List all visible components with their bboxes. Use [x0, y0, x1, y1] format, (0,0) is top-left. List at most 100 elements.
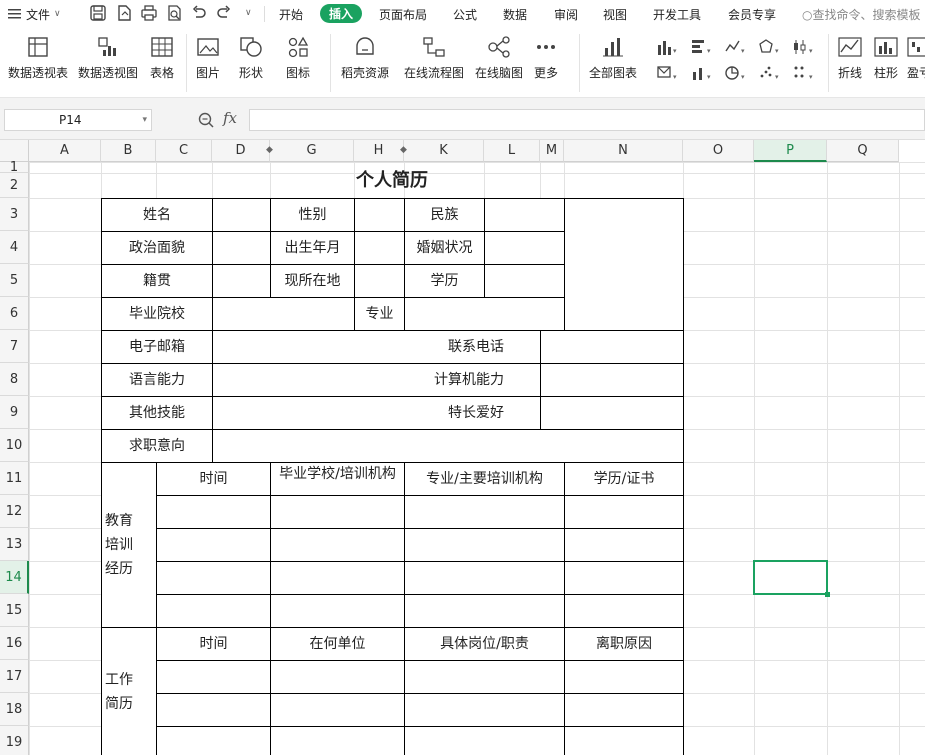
- fill-handle[interactable]: [825, 592, 830, 597]
- row-header-11[interactable]: 11: [0, 462, 29, 495]
- bubble-chart-icon[interactable]: ▾: [792, 64, 814, 82]
- work-entry-position-duties[interactable]: [404, 726, 565, 755]
- sparkline-line-button[interactable]: 折线: [837, 34, 863, 81]
- label-political-status[interactable]: 政治面貌: [101, 231, 213, 265]
- edu-header-time[interactable]: 时间: [156, 462, 271, 496]
- column-header-k[interactable]: K: [404, 140, 484, 162]
- value-current-location[interactable]: [354, 264, 405, 298]
- edu-entry-school-institution[interactable]: [270, 495, 405, 529]
- value-gender[interactable]: [354, 198, 405, 232]
- edu-entry-time[interactable]: [156, 561, 271, 595]
- column-header-b[interactable]: B: [101, 140, 156, 162]
- label-graduated-school[interactable]: 毕业院校: [101, 297, 213, 331]
- tab-view[interactable]: 视图: [603, 6, 627, 23]
- row-header-3[interactable]: 3: [0, 198, 29, 231]
- row-header-13[interactable]: 13: [0, 528, 29, 561]
- value-language-with-computer[interactable]: 计算机能力: [212, 363, 541, 397]
- edu-entry-degree-certificate[interactable]: [564, 594, 684, 628]
- row-header-1[interactable]: 1: [0, 160, 29, 175]
- work-entry-position-duties[interactable]: [404, 693, 565, 727]
- work-entry-leaving-reason[interactable]: [564, 660, 684, 694]
- value-other-skills-with-hobbies[interactable]: 特长爱好: [212, 396, 541, 430]
- command-search[interactable]: ○查找命令、搜索模板: [802, 6, 921, 23]
- column-header-g[interactable]: G: [270, 140, 354, 162]
- edu-entry-time[interactable]: [156, 594, 271, 628]
- row-header-4[interactable]: 4: [0, 231, 29, 264]
- all-charts-button[interactable]: 全部图表: [589, 34, 637, 81]
- selected-cell-p14[interactable]: [753, 560, 830, 597]
- zoom-icon[interactable]: [197, 111, 215, 129]
- column-header-m[interactable]: M: [540, 140, 564, 162]
- tab-member[interactable]: 会员专享: [728, 6, 776, 23]
- column-header-l[interactable]: L: [484, 140, 540, 162]
- pivot-chart-button[interactable]: 数据透视图: [78, 34, 138, 81]
- label-other-skills[interactable]: 其他技能: [101, 396, 213, 430]
- value-marital-status[interactable]: [484, 231, 565, 265]
- row-header-7[interactable]: 7: [0, 330, 29, 363]
- column-header-n[interactable]: N: [564, 140, 683, 162]
- row-header-9[interactable]: 9: [0, 396, 29, 429]
- edu-header-major-institution[interactable]: 专业/主要培训机构: [404, 462, 565, 496]
- sparkline-winloss-button[interactable]: 盈亏: [906, 34, 925, 81]
- photo-cell[interactable]: [564, 198, 684, 331]
- online-mindmap-button[interactable]: 在线脑图: [475, 34, 523, 81]
- picture-button[interactable]: 图片: [195, 34, 221, 81]
- row-header-8[interactable]: 8: [0, 363, 29, 396]
- pie-chart-icon[interactable]: ▾: [724, 64, 746, 82]
- work-entry-time[interactable]: [156, 726, 271, 755]
- edu-entry-degree-certificate[interactable]: [564, 495, 684, 529]
- column-chart-icon[interactable]: ▾: [656, 38, 678, 56]
- value-name[interactable]: [212, 198, 271, 232]
- column-header-o[interactable]: O: [683, 140, 754, 162]
- value-computer[interactable]: [540, 363, 684, 397]
- online-flowchart-button[interactable]: 在线流程图: [404, 34, 464, 81]
- work-entry-employer[interactable]: [270, 726, 405, 755]
- envelope-chart-icon[interactable]: ▾: [656, 64, 678, 82]
- redo-icon[interactable]: [215, 4, 233, 22]
- label-gender[interactable]: 性别: [270, 198, 355, 232]
- row-header-6[interactable]: 6: [0, 297, 29, 330]
- scatter-chart-icon[interactable]: ▾: [758, 64, 780, 82]
- work-header-employer[interactable]: 在何单位: [270, 627, 405, 661]
- work-entry-employer[interactable]: [270, 660, 405, 694]
- docer-resources-button[interactable]: 稻壳资源: [341, 34, 389, 81]
- label-education[interactable]: 学历: [404, 264, 485, 298]
- bar-horizontal-chart-icon[interactable]: ▾: [690, 38, 712, 56]
- row-header-2[interactable]: 2: [0, 173, 29, 198]
- value-job-intention[interactable]: [212, 429, 684, 463]
- work-entry-employer[interactable]: [270, 693, 405, 727]
- label-language[interactable]: 语言能力: [101, 363, 213, 397]
- shapes-button[interactable]: 形状: [238, 34, 264, 81]
- value-political-status[interactable]: [212, 231, 271, 265]
- hidden-columns-icon[interactable]: ◆: [266, 145, 273, 155]
- column-header-p[interactable]: P: [754, 140, 827, 162]
- export-pdf-icon[interactable]: [115, 4, 133, 22]
- row-header-18[interactable]: 18: [0, 693, 29, 726]
- label-email[interactable]: 电子邮箱: [101, 330, 213, 364]
- work-entry-leaving-reason[interactable]: [564, 693, 684, 727]
- tab-page-layout[interactable]: 页面布局: [379, 6, 427, 23]
- value-hobbies[interactable]: [540, 396, 684, 430]
- edu-entry-major-institution[interactable]: [404, 528, 565, 562]
- edu-entry-school-institution[interactable]: [270, 528, 405, 562]
- line-chart-small-icon[interactable]: ▾: [724, 38, 746, 56]
- edu-header-school-institution[interactable]: 毕业学校/培训机构: [270, 462, 405, 496]
- label-native-place[interactable]: 籍贯: [101, 264, 213, 298]
- tab-insert[interactable]: 插入: [320, 4, 363, 23]
- tab-review[interactable]: 审阅: [554, 6, 578, 23]
- work-entry-leaving-reason[interactable]: [564, 726, 684, 755]
- resume-title[interactable]: 个人简历: [101, 166, 683, 192]
- print-preview-icon[interactable]: [165, 4, 183, 22]
- value-education[interactable]: [484, 264, 565, 298]
- row-header-10[interactable]: 10: [0, 429, 29, 462]
- work-entry-position-duties[interactable]: [404, 660, 565, 694]
- label-ethnicity[interactable]: 民族: [404, 198, 485, 232]
- edu-entry-time[interactable]: [156, 495, 271, 529]
- work-entry-time[interactable]: [156, 693, 271, 727]
- tab-home[interactable]: 开始: [279, 6, 303, 23]
- save-icon[interactable]: [89, 4, 107, 22]
- work-header-leaving-reason[interactable]: 离职原因: [564, 627, 684, 661]
- value-email-with-phone[interactable]: 联系电话: [212, 330, 541, 364]
- label-birth-date[interactable]: 出生年月: [270, 231, 355, 265]
- radar-chart-icon[interactable]: ▾: [758, 38, 780, 56]
